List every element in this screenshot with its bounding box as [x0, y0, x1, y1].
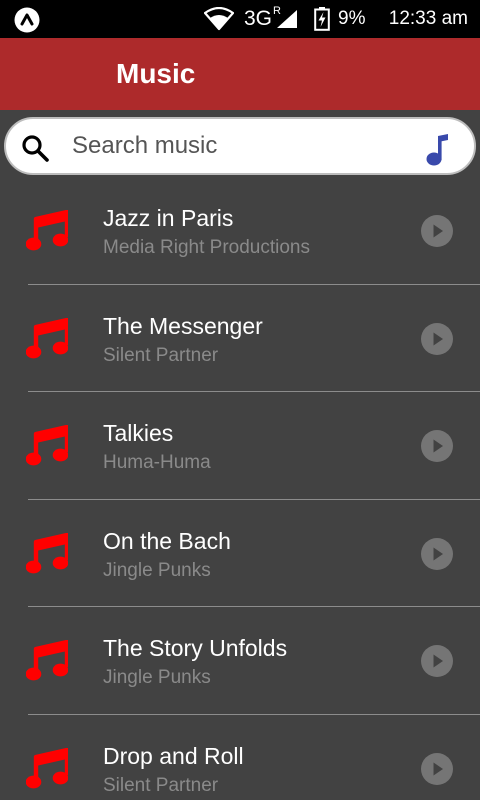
- battery-charging-icon: [314, 7, 330, 31]
- app-bar: Music: [0, 38, 480, 110]
- track-row[interactable]: The Story Unfolds Jingle Punks: [0, 607, 480, 715]
- play-icon[interactable]: [421, 215, 453, 247]
- music-note-icon: [26, 317, 68, 358]
- battery-percent: 9%: [338, 8, 366, 29]
- app-badge-icon: [14, 7, 40, 33]
- music-note-icon: [26, 425, 68, 466]
- track-title: Jazz in Paris: [103, 205, 234, 231]
- track-artist: Silent Partner: [103, 774, 219, 796]
- track-row[interactable]: The Messenger Silent Partner: [0, 285, 480, 393]
- wifi-icon: [204, 7, 234, 31]
- music-note-icon: [26, 640, 68, 681]
- status-clock: 12:33 am: [388, 8, 468, 29]
- search-bar[interactable]: [4, 117, 476, 175]
- play-icon[interactable]: [421, 322, 453, 355]
- status-bar: 3G R 9% 12:33 am: [0, 0, 480, 38]
- music-note-icon[interactable]: [426, 133, 452, 167]
- music-note-icon: [26, 210, 68, 251]
- music-note-icon: [26, 747, 68, 789]
- track-title: Talkies: [103, 420, 174, 447]
- track-row[interactable]: Talkies Huma-Huma: [0, 392, 480, 500]
- track-artist: Silent Partner: [103, 344, 219, 366]
- play-icon[interactable]: [421, 430, 453, 463]
- play-icon[interactable]: [421, 537, 453, 570]
- music-note-icon: [26, 532, 68, 574]
- network-type: 3G: [244, 7, 273, 30]
- track-title: Drop and Roll: [103, 742, 244, 769]
- play-icon[interactable]: [421, 645, 453, 678]
- track-title: On the Bach: [103, 527, 231, 554]
- track-title: The Messenger: [103, 312, 263, 339]
- track-row[interactable]: Drop and Roll Silent Partner: [0, 715, 480, 800]
- track-artist: Huma-Huma: [103, 452, 211, 474]
- track-artist: Jingle Punks: [103, 559, 211, 581]
- track-list: Jazz in Paris Media Right Productions Th…: [0, 177, 480, 800]
- track-title: The Story Unfolds: [103, 635, 288, 662]
- track-row[interactable]: On the Bach Jingle Punks: [0, 500, 480, 608]
- signal-icon: [277, 10, 297, 28]
- page-title: Music: [116, 58, 196, 89]
- track-artist: Media Right Productions: [103, 237, 310, 258]
- track-artist: Jingle Punks: [103, 667, 211, 689]
- track-row[interactable]: Jazz in Paris Media Right Productions: [0, 177, 480, 285]
- search-icon[interactable]: [21, 134, 49, 162]
- play-icon[interactable]: [421, 752, 453, 785]
- search-input[interactable]: [70, 125, 412, 167]
